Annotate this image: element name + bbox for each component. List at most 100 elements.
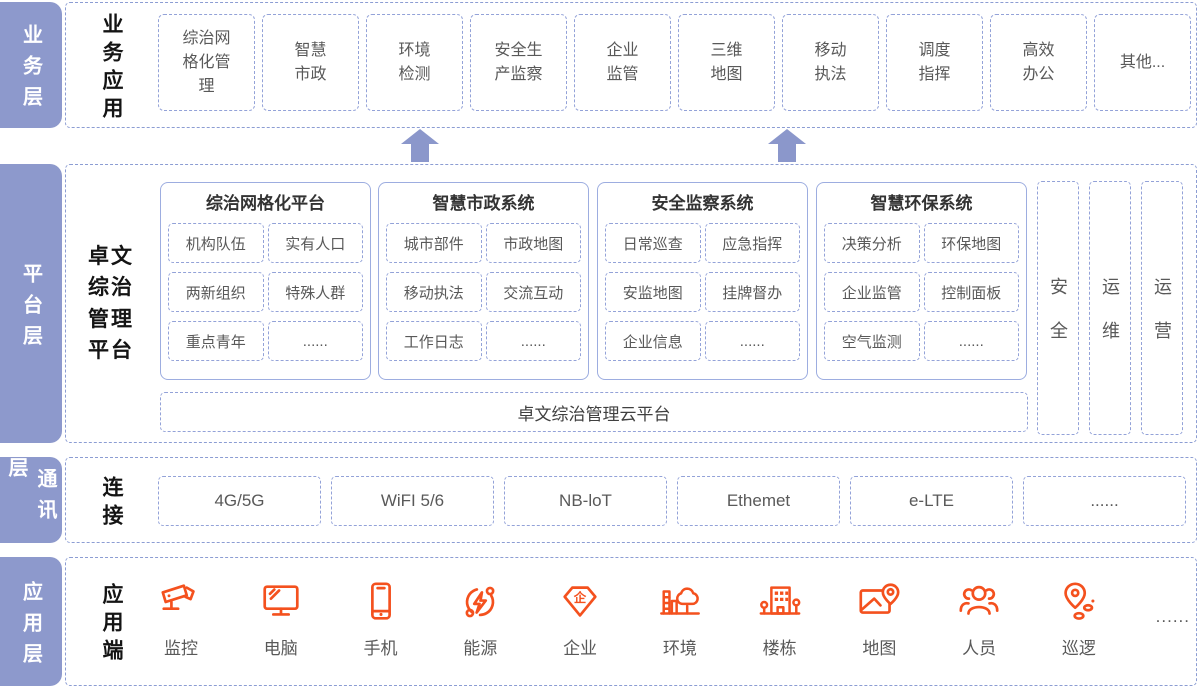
endpoint-text: 楼栋 bbox=[763, 634, 797, 659]
communication-layer-band: 通讯层 连接 4G/5G WiFI 5/6 NB-loT Ethemet e-L… bbox=[0, 455, 1202, 545]
business-app-box: 调度 指挥 bbox=[886, 14, 983, 111]
energy-icon bbox=[457, 579, 503, 625]
endpoint-text: 巡逻 bbox=[1062, 634, 1096, 659]
endpoint-text: 电脑 bbox=[264, 634, 298, 659]
endpoint-text: 环境 bbox=[663, 634, 697, 659]
system-item: ...... bbox=[486, 321, 582, 361]
link-box: e-LTE bbox=[850, 476, 1013, 526]
platform-layer-tab-label: 平台层 bbox=[17, 252, 46, 356]
business-app-box: 高效 办公 bbox=[990, 14, 1087, 111]
layer-connector-gap bbox=[0, 130, 1202, 162]
system-card-title: 智慧环保系统 bbox=[824, 188, 1019, 220]
system-item: ...... bbox=[924, 321, 1020, 361]
pillar-label: 运维 bbox=[1097, 251, 1123, 365]
endpoint-text: 手机 bbox=[364, 634, 398, 659]
up-arrow-icon bbox=[401, 129, 439, 162]
endpoint-phone: 手机 bbox=[358, 579, 404, 659]
pillar-operations: 运维 bbox=[1089, 181, 1131, 435]
system-item: 城市部件 bbox=[386, 223, 482, 263]
system-card-zongzhi: 综治网格化平台 机构队伍 实有人口 两新组织 特殊人群 重点青年 ...... bbox=[160, 182, 371, 380]
endpoint-text: 监控 bbox=[164, 634, 198, 659]
communication-gutter: 连接 bbox=[65, 455, 157, 545]
pillar-business-ops: 运营 bbox=[1141, 181, 1183, 435]
endpoint-environment: 环境 bbox=[657, 579, 703, 659]
link-box: 4G/5G bbox=[158, 476, 321, 526]
endpoint-row: 监控 电脑 bbox=[158, 579, 1190, 659]
application-gutter: 应用端 bbox=[65, 555, 157, 688]
people-icon bbox=[956, 579, 1002, 625]
system-item: 控制面板 bbox=[924, 272, 1020, 312]
map-icon bbox=[856, 579, 902, 625]
endpoint-patrol: 巡逻 bbox=[1056, 579, 1102, 659]
cloud-platform-bar: 卓文综治管理云平台 bbox=[160, 392, 1028, 432]
link-box: ...... bbox=[1023, 476, 1186, 526]
band-spacer bbox=[0, 545, 1202, 555]
business-app-box: 综治网 格化管 理 bbox=[158, 14, 255, 111]
system-card-anjian: 安全监察系统 日常巡查 应急指挥 安监地图 挂牌督办 企业信息 ...... bbox=[597, 182, 808, 380]
connection-label: 连接 bbox=[96, 469, 126, 532]
endpoint-text: 能源 bbox=[463, 634, 497, 659]
smartphone-icon bbox=[358, 579, 404, 625]
system-item: 安监地图 bbox=[605, 272, 701, 312]
band-spacer bbox=[0, 445, 1202, 455]
endpoint-label: 应用端 bbox=[96, 576, 126, 667]
application-layer-band: 应用层 应用端 监控 bbox=[0, 555, 1202, 688]
endpoint-computer: 电脑 bbox=[258, 579, 304, 659]
business-app-box: 安全生 产监察 bbox=[470, 14, 567, 111]
system-item: 工作日志 bbox=[386, 321, 482, 361]
system-item: 空气监测 bbox=[824, 321, 920, 361]
system-card-grid: 城市部件 市政地图 移动执法 交流互动 工作日志 ...... bbox=[386, 223, 581, 361]
system-card-huanbao: 智慧环保系统 决策分析 环保地图 企业监管 控制面板 空气监测 ...... bbox=[816, 182, 1027, 380]
platform-gutter: 卓文综治管理平台 bbox=[65, 162, 157, 445]
business-app-box: 三维 地图 bbox=[678, 14, 775, 111]
monitor-icon bbox=[258, 579, 304, 625]
endpoint-people: 人员 bbox=[956, 579, 1002, 659]
platform-layer-tab: 平台层 bbox=[0, 164, 62, 443]
endpoint-more-dots: ...... bbox=[1156, 607, 1190, 627]
system-item: 日常巡查 bbox=[605, 223, 701, 263]
link-box: Ethemet bbox=[677, 476, 840, 526]
system-item: 市政地图 bbox=[486, 223, 582, 263]
business-app-box: 企业 监管 bbox=[574, 14, 671, 111]
system-card-title: 安全监察系统 bbox=[605, 188, 800, 220]
business-app-box: 其他... bbox=[1094, 14, 1191, 111]
business-apps-label: 业务应用 bbox=[96, 6, 126, 125]
system-item: ...... bbox=[268, 321, 364, 361]
communication-layer-tab-label: 通讯层 bbox=[2, 457, 60, 543]
application-layer-tab: 应用层 bbox=[0, 557, 62, 686]
pillar-label: 安全 bbox=[1045, 251, 1071, 365]
patrol-icon bbox=[1056, 579, 1102, 625]
pillar-security: 安全 bbox=[1037, 181, 1079, 435]
business-apps-gutter: 业务应用 bbox=[65, 0, 157, 130]
business-app-box: 环境 检测 bbox=[366, 14, 463, 111]
system-card-grid: 机构队伍 实有人口 两新组织 特殊人群 重点青年 ...... bbox=[168, 223, 363, 361]
platform-title-label: 卓文综治管理平台 bbox=[86, 241, 136, 367]
endpoint-text: 企业 bbox=[563, 634, 597, 659]
business-app-box: 移动 执法 bbox=[782, 14, 879, 111]
system-item: 机构队伍 bbox=[168, 223, 264, 263]
application-layer-tab-label: 应用层 bbox=[17, 570, 46, 674]
system-item: 两新组织 bbox=[168, 272, 264, 312]
system-item: 挂牌督办 bbox=[705, 272, 801, 312]
endpoint-enterprise: 企 企业 bbox=[557, 579, 603, 659]
system-card-grid: 日常巡查 应急指挥 安监地图 挂牌督办 企业信息 ...... bbox=[605, 223, 800, 361]
link-box: NB-loT bbox=[504, 476, 667, 526]
enterprise-icon: 企 bbox=[557, 579, 603, 625]
system-item: 环保地图 bbox=[924, 223, 1020, 263]
enterprise-glyph: 企 bbox=[573, 590, 587, 605]
link-row: 4G/5G WiFI 5/6 NB-loT Ethemet e-LTE ....… bbox=[158, 476, 1186, 526]
pillar-label: 运营 bbox=[1149, 251, 1175, 365]
system-item: 移动执法 bbox=[386, 272, 482, 312]
communication-layer-tab: 通讯层 bbox=[0, 457, 62, 543]
system-item: 企业监管 bbox=[824, 272, 920, 312]
system-item: 特殊人群 bbox=[268, 272, 364, 312]
endpoint-text: 人员 bbox=[962, 634, 996, 659]
architecture-diagram: 业务层 业务应用 综治网 格化管 理 智慧 市政 环境 检测 安全生 产监察 企… bbox=[0, 0, 1202, 688]
endpoint-text: 地图 bbox=[862, 634, 896, 659]
endpoint-energy: 能源 bbox=[457, 579, 503, 659]
business-app-box: 智慧 市政 bbox=[262, 14, 359, 111]
cctv-icon bbox=[158, 579, 204, 625]
system-item: 重点青年 bbox=[168, 321, 264, 361]
endpoint-map: 地图 bbox=[856, 579, 902, 659]
endpoint-building: 楼栋 bbox=[757, 579, 803, 659]
